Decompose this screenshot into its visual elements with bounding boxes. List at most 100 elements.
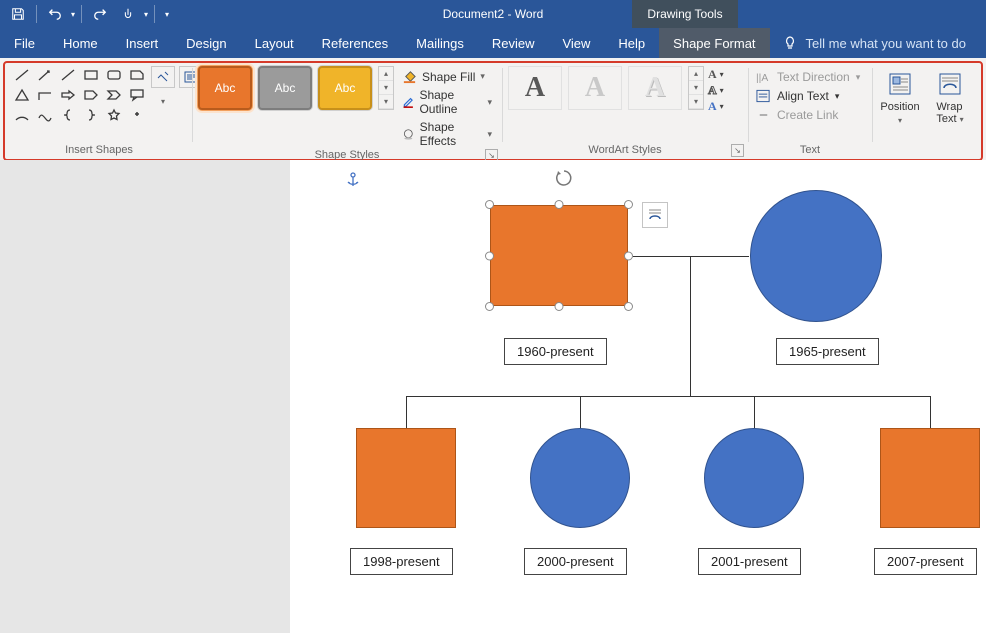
pen-outline-icon — [402, 95, 414, 110]
undo-dropdown[interactable]: ▾ — [71, 10, 75, 19]
menu-home[interactable]: Home — [49, 28, 112, 58]
redo-button[interactable] — [88, 2, 112, 26]
shape-rectangle-parent1[interactable] — [490, 205, 628, 306]
style-prev[interactable]: ▴ — [379, 67, 393, 81]
shape-style-gallery[interactable]: Abc Abc Abc ▴ ▾ ▾ — [198, 66, 394, 110]
shapes-more[interactable] — [127, 106, 147, 124]
resize-handle[interactable] — [485, 251, 494, 260]
resize-handle[interactable] — [624, 200, 633, 209]
elbow-shape[interactable] — [35, 86, 55, 104]
effects-icon — [402, 127, 415, 142]
resize-handle[interactable] — [555, 200, 564, 209]
document-page[interactable]: 1960-present 1965-present 1998-present 2… — [290, 160, 986, 633]
resize-handle[interactable] — [485, 302, 494, 311]
ribbon: ▾ Insert Shapes Abc Abc Abc ▴ ▾ ▾ — [6, 64, 980, 158]
rectangle-shape[interactable] — [81, 66, 101, 84]
line-shape[interactable] — [12, 66, 32, 84]
label-parent2[interactable]: 1965-present — [776, 338, 879, 365]
menu-layout[interactable]: Layout — [241, 28, 308, 58]
curve-shape[interactable] — [35, 106, 55, 124]
style-more[interactable]: ▾ — [379, 95, 393, 109]
shape-fill-button[interactable]: Shape Fill▾ — [398, 68, 496, 85]
shape-circle-child2[interactable] — [530, 428, 630, 528]
layout-options-button[interactable] — [642, 202, 668, 228]
line-arrow-shape[interactable] — [35, 66, 55, 84]
wordart-next[interactable]: ▾ — [689, 81, 703, 95]
menu-references[interactable]: References — [308, 28, 402, 58]
wordart-launcher[interactable]: ↘ — [731, 144, 744, 157]
resize-handle[interactable] — [624, 251, 633, 260]
shape-rectangle-child4[interactable] — [880, 428, 980, 528]
tell-me-search[interactable]: Tell me what you want to do — [770, 28, 966, 58]
pentagon-shape[interactable] — [81, 86, 101, 104]
style-swatch-orange[interactable]: Abc — [198, 66, 252, 110]
text-fill-button[interactable]: A▾ — [708, 67, 724, 82]
wordart-prev[interactable]: ▴ — [689, 67, 703, 81]
callout-shape[interactable] — [127, 86, 147, 104]
touch-mode-button[interactable] — [116, 2, 140, 26]
edit-shape-button[interactable] — [151, 66, 175, 88]
shape-circle-parent2[interactable] — [750, 190, 882, 322]
selected-shape[interactable] — [485, 200, 633, 311]
brace-right-shape[interactable] — [81, 106, 101, 124]
style-swatch-gray[interactable]: Abc — [258, 66, 312, 110]
menu-mailings[interactable]: Mailings — [402, 28, 478, 58]
align-text-button[interactable]: Align Text▾ — [754, 88, 862, 104]
layout-options-icon — [646, 206, 664, 224]
resize-handle[interactable] — [485, 200, 494, 209]
wordart-gallery[interactable]: A A A ▴ ▾ ▾ — [508, 66, 704, 110]
context-tab-header: Drawing Tools — [632, 0, 738, 28]
position-button[interactable]: Position ▾ — [878, 70, 922, 125]
rotate-handle[interactable] — [554, 168, 574, 193]
wordart-style-3[interactable]: A — [628, 66, 682, 110]
touch-dropdown[interactable]: ▾ — [144, 10, 148, 19]
wrap-text-button[interactable]: WrapText ▾ — [928, 70, 972, 125]
menu-shape-format[interactable]: Shape Format — [659, 28, 769, 58]
wordart-style-1[interactable]: A — [508, 66, 562, 110]
menu-design[interactable]: Design — [172, 28, 240, 58]
snip-rect-shape[interactable] — [127, 66, 147, 84]
shapes-dropdown[interactable]: ▾ — [151, 90, 175, 112]
shape-rectangle-child1[interactable] — [356, 428, 456, 528]
save-button[interactable] — [6, 2, 30, 26]
ribbon-highlight: ▾ Insert Shapes Abc Abc Abc ▴ ▾ ▾ — [3, 61, 983, 161]
resize-handle[interactable] — [624, 302, 633, 311]
arc-shape[interactable] — [12, 106, 32, 124]
group-shape-styles: Abc Abc Abc ▴ ▾ ▾ Shape Fill▾ Shape Outl… — [192, 64, 502, 158]
connector — [633, 256, 749, 257]
undo-button[interactable] — [43, 2, 67, 26]
star-shape[interactable] — [104, 106, 124, 124]
menu-help[interactable]: Help — [604, 28, 659, 58]
label-child2[interactable]: 2000-present — [524, 548, 627, 575]
label-child4[interactable]: 2007-present — [874, 548, 977, 575]
window-title: Document2 - Word — [443, 7, 543, 21]
brace-left-shape[interactable] — [58, 106, 78, 124]
page-gutter — [0, 160, 290, 633]
menu-insert[interactable]: Insert — [112, 28, 173, 58]
resize-handle[interactable] — [555, 302, 564, 311]
menu-file[interactable]: File — [0, 28, 49, 58]
style-next[interactable]: ▾ — [379, 81, 393, 95]
shape-effects-button[interactable]: Shape Effects▾ — [398, 119, 496, 149]
text-outline-button[interactable]: A▾ — [708, 83, 724, 98]
triangle-shape[interactable] — [12, 86, 32, 104]
connector-shape[interactable] — [58, 66, 78, 84]
text-effects-button[interactable]: A▾ — [708, 99, 724, 114]
menu-review[interactable]: Review — [478, 28, 549, 58]
arrow-right-shape[interactable] — [58, 86, 78, 104]
wordart-style-2[interactable]: A — [568, 66, 622, 110]
qat-customize[interactable]: ▾ — [161, 10, 173, 19]
text-direction-button: ||A Text Direction▾ — [754, 69, 862, 85]
shape-outline-button[interactable]: Shape Outline▾ — [398, 87, 496, 117]
style-swatch-yellow[interactable]: Abc — [318, 66, 372, 110]
rounded-rect-shape[interactable] — [104, 66, 124, 84]
wordart-more[interactable]: ▾ — [689, 95, 703, 109]
shapes-gallery[interactable] — [12, 66, 147, 124]
shape-circle-child3[interactable] — [704, 428, 804, 528]
label-child3[interactable]: 2001-present — [698, 548, 801, 575]
label-child1[interactable]: 1998-present — [350, 548, 453, 575]
label-parent1[interactable]: 1960-present — [504, 338, 607, 365]
chevron-shape[interactable] — [104, 86, 124, 104]
style-gallery-spinner: ▴ ▾ ▾ — [378, 66, 394, 110]
menu-view[interactable]: View — [548, 28, 604, 58]
